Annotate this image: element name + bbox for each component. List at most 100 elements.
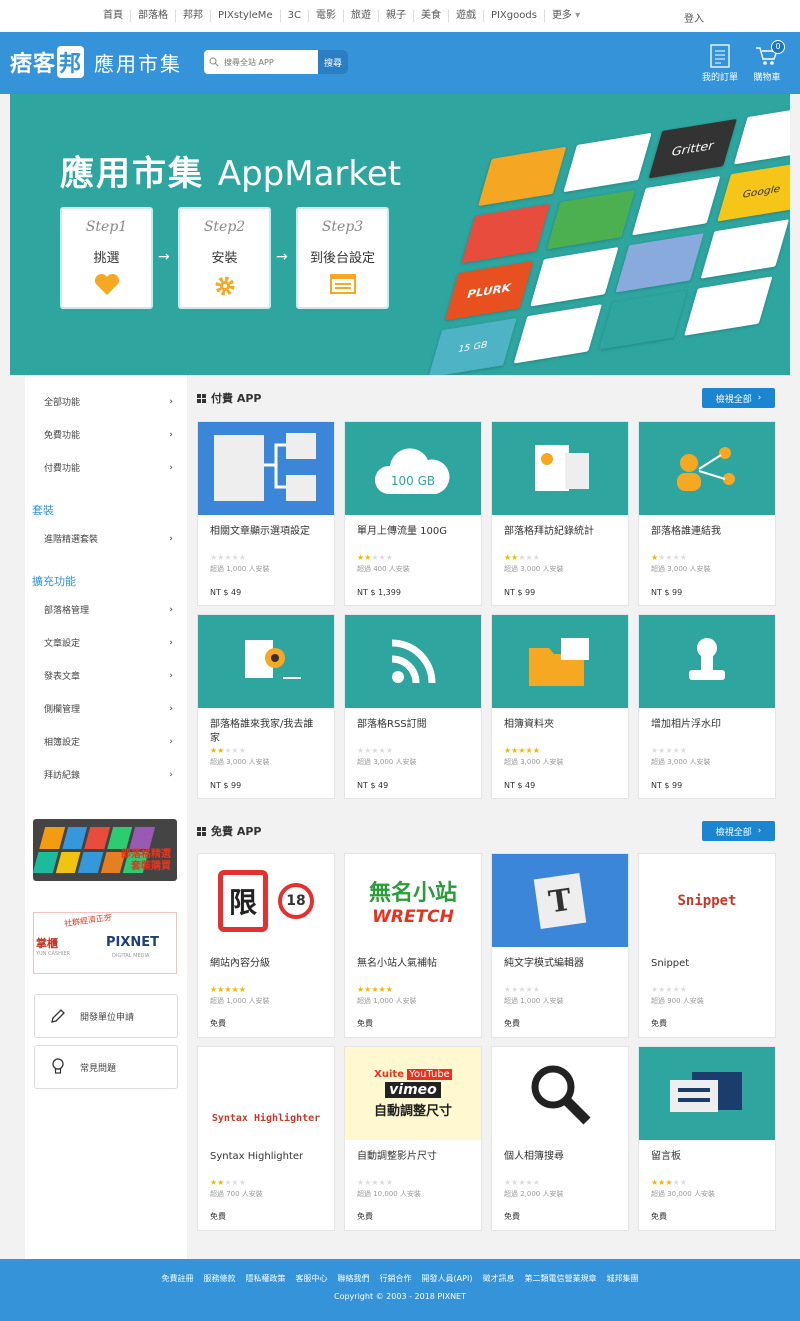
svg-text:100 GB: 100 GB: [391, 474, 435, 488]
topnav-item[interactable]: PIXstyleMe: [211, 10, 281, 22]
app-price: 免費: [357, 1019, 373, 1028]
footer-link[interactable]: 客服中心: [296, 1273, 328, 1284]
install-count: 超過 1,000 人安裝: [210, 565, 270, 573]
cashier-promo-banner[interactable]: 社群經濟正夯 掌櫃 YUN CASHIER PIXNET DIGITAL MED…: [33, 912, 177, 974]
chevron-right-icon: ›: [169, 736, 173, 747]
topnav-item[interactable]: 遊戲: [449, 10, 484, 22]
sidebar-item[interactable]: 付費功能 ›: [25, 451, 187, 484]
footer-link[interactable]: 第二類電信營業規章: [524, 1273, 596, 1284]
app-name: 留言板: [651, 1151, 681, 1162]
step-3-card: Step3 到後台設定: [296, 207, 389, 309]
app-card[interactable]: 部落格誰來我家/我去誰家 ★★★★★ 超過 3,000 人安裝 NT $ 99: [197, 614, 335, 799]
sidebar-item[interactable]: 文章設定 ›: [25, 626, 187, 659]
sidebar-item[interactable]: 部落格管理 ›: [25, 593, 187, 626]
cart-button[interactable]: 0 購物車: [747, 40, 787, 83]
app-card[interactable]: 個人相簿搜尋 ★★★★★ 超過 2,000 人安裝 免費: [491, 1046, 629, 1231]
app-card[interactable]: Xuite YouTube vimeo 自動調整尺寸 自動調整影片尺寸 ★★★★★ 超過 …: [344, 1046, 482, 1231]
app-card[interactable]: 增加相片浮水印 ★★★★★ 超過 3,000 人安裝 NT $ 99: [638, 614, 776, 799]
app-card[interactable]: Syntax Highlighter Syntax Highlighter ★★★★…: [197, 1046, 335, 1231]
pixnet-logo[interactable]: 痞客邦: [10, 46, 85, 78]
sidebar-item[interactable]: 進階精選套裝 ›: [25, 522, 187, 555]
cart-count-badge: 0: [771, 40, 785, 54]
topnav-item[interactable]: 部落格: [131, 10, 176, 22]
app-card[interactable]: T 純文字模式編輯器 ★★★★★ 超過 1,000 人安裝 免費: [491, 853, 629, 1038]
sidebar-item[interactable]: 相簿設定 ›: [25, 725, 187, 758]
topnav-item[interactable]: 美食: [414, 10, 449, 22]
app-price: NT $ 49: [210, 588, 242, 597]
topnav-item[interactable]: 邦邦: [176, 10, 211, 22]
app-card[interactable]: 限 18 網站內容分級 ★★★★★ 超過 1,000 人安裝 免費: [197, 853, 335, 1038]
app-card[interactable]: 無名小站 WRETCH 無名小站人氣補帖 ★★★★★ 超過 1,000 人安裝 免費: [344, 853, 482, 1038]
app-price: NT $ 49: [504, 781, 536, 790]
app-name: 部落格拜訪紀錄統計: [504, 526, 594, 537]
footer-link[interactable]: 服務條款: [204, 1273, 236, 1284]
topnav-item[interactable]: 3C: [281, 10, 309, 22]
paid-view-all-button[interactable]: 檢視全部 ›: [702, 388, 775, 408]
sidebar-item[interactable]: 發表文章 ›: [25, 659, 187, 692]
app-price: NT $ 49: [357, 781, 389, 790]
step-2-card: Step2 安裝: [178, 207, 271, 309]
developer-apply-button[interactable]: 開發單位申請: [34, 994, 178, 1038]
app-name: 個人相簿搜尋: [504, 1151, 564, 1162]
free-view-all-button[interactable]: 檢視全部 ›: [702, 821, 775, 841]
app-price: 免費: [210, 1212, 226, 1221]
grid-icon: [197, 826, 206, 836]
app-card[interactable]: 相簿資料夾 ★★★★★ 超過 3,000 人安裝 NT $ 49: [491, 614, 629, 799]
footer-link[interactable]: 行銷合作: [380, 1273, 412, 1284]
orders-icon: [700, 42, 740, 70]
topnav-item[interactable]: 更多 ▾: [545, 10, 587, 22]
message-board-icon: [639, 1047, 775, 1140]
chevron-right-icon: ›: [757, 393, 762, 403]
site-footer: 免費註冊 服務條款 隱私權政策 客服中心 聯絡我們 行銷合作 開發人員(API) 徵才訊息 第二…: [0, 1259, 800, 1321]
install-count: 超過 900 人安裝: [651, 997, 704, 1005]
install-count: 超過 1,000 人安裝: [210, 997, 270, 1005]
footer-link[interactable]: 隱私權政策: [246, 1273, 286, 1284]
app-market-title[interactable]: 應用市集: [94, 48, 182, 77]
app-name: 無名小站人氣補帖: [357, 958, 437, 969]
app-card[interactable]: 部落格拜訪紀錄統計 ★★★★★ 超過 3,000 人安裝 NT $ 99: [491, 421, 629, 606]
topnav-item[interactable]: 親子: [379, 10, 414, 22]
hero-banner[interactable]: Gritter Google PLURK 15 GB 應用市集 AppMarke…: [10, 94, 790, 375]
topnav-item[interactable]: 首頁: [96, 10, 131, 22]
my-orders-button[interactable]: 我的訂單: [700, 42, 740, 83]
topnav-item[interactable]: 電影: [309, 10, 344, 22]
app-price: NT $ 99: [210, 781, 242, 790]
footer-link[interactable]: 開發人員(API): [422, 1273, 473, 1284]
footer-link[interactable]: 免費註冊: [162, 1273, 194, 1284]
search-button[interactable]: 搜尋: [318, 50, 348, 74]
footer-link[interactable]: 聯絡我們: [338, 1273, 370, 1284]
app-tiles-collage: Gritter Google PLURK 15 GB: [382, 94, 790, 375]
app-card[interactable]: 100 GB 單月上傳流量 100G ★★★★★ 超過 400 人安裝 NT $ 1,3…: [344, 421, 482, 606]
chevron-right-icon: ›: [169, 604, 173, 615]
app-card[interactable]: 相關文章顯示選項設定 ★★★★★ 超過 1,000 人安裝 NT $ 49: [197, 421, 335, 606]
topnav-item[interactable]: 旅遊: [344, 10, 379, 22]
app-name: 網站內容分級: [210, 958, 270, 969]
install-count: 超過 700 人安裝: [210, 1190, 263, 1198]
app-card[interactable]: 部落格RSS訂閱 ★★★★★ 超過 3,000 人安裝 NT $ 49: [344, 614, 482, 799]
sidebar-group-bundle: 套裝: [32, 504, 54, 517]
copyright: Copyright © 2003 - 2018 PIXNET: [334, 1292, 466, 1301]
search-input[interactable]: [224, 57, 320, 67]
sidebar-item[interactable]: 全部功能 ›: [25, 385, 187, 418]
install-count: 超過 3,000 人安裝: [651, 565, 711, 573]
footer-link[interactable]: 徵才訊息: [482, 1273, 514, 1284]
syntax-icon: Syntax Highlighter: [198, 1047, 334, 1140]
install-count: 超過 3,000 人安裝: [357, 758, 417, 766]
bundle-promo-banner[interactable]: 部落格精選 套裝購買: [33, 819, 177, 881]
sidebar-item[interactable]: 免費功能 ›: [25, 418, 187, 451]
sidebar-item[interactable]: 拜訪紀錄 ›: [25, 758, 187, 791]
app-card[interactable]: 部落格誰連結我 ★★★★★ 超過 3,000 人安裝 NT $ 99: [638, 421, 776, 606]
grid-icon: [197, 393, 206, 403]
install-count: 超過 30,000 人安裝: [651, 1190, 715, 1198]
search-box: 搜尋: [204, 50, 348, 74]
app-name: 部落格誰來我家/我去誰家: [210, 719, 314, 744]
star-rating: ★★★★★: [357, 746, 393, 755]
footer-link[interactable]: 城邦集團: [606, 1273, 638, 1284]
topnav-item[interactable]: PIXgoods: [484, 10, 545, 22]
app-card[interactable]: Snippet Snippet ★★★★★ 超過 900 人安裝 免費: [638, 853, 776, 1038]
sidebar-item[interactable]: 側欄管理 ›: [25, 692, 187, 725]
faq-button[interactable]: 常見問題: [34, 1045, 178, 1089]
app-card[interactable]: 留言板 ★★★★★ 超過 30,000 人安裝 免費: [638, 1046, 776, 1231]
login-link[interactable]: 登入: [684, 10, 704, 25]
gear-icon: [180, 274, 269, 298]
